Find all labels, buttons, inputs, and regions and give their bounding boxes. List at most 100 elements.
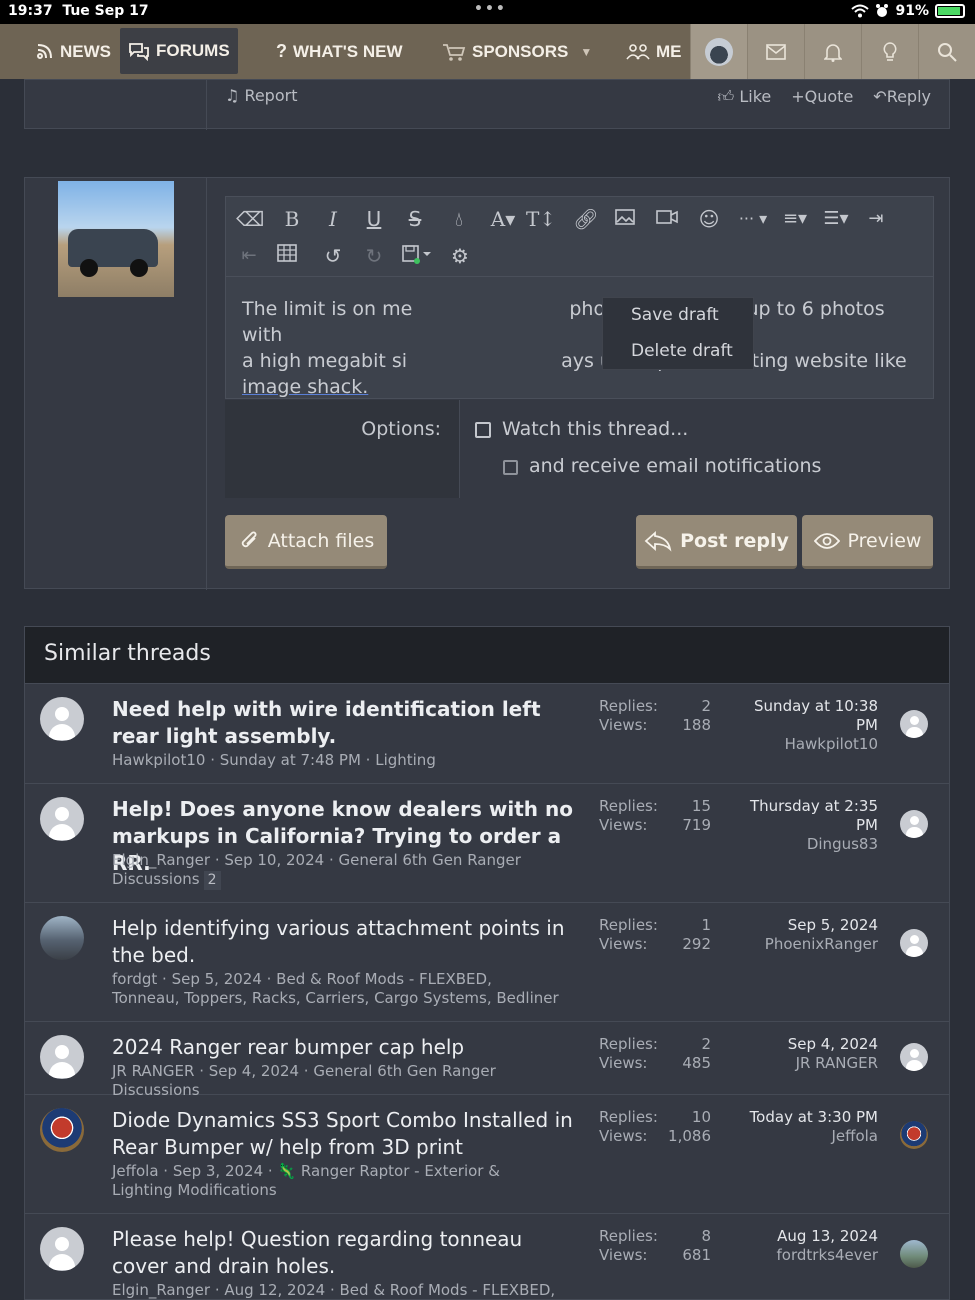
color-drop-icon[interactable]: 💧︎ (446, 206, 472, 232)
nav-sponsors[interactable]: SPONSORS ▼ (442, 24, 592, 79)
report-link[interactable]: ♫ Report (225, 86, 297, 105)
more-options-icon[interactable]: ··· ▾ (736, 206, 770, 232)
last-poster-avatar[interactable] (900, 1043, 928, 1071)
like-button[interactable]: 👍︎ Like (718, 87, 772, 107)
views-count: 681 (682, 1246, 711, 1264)
quote-button[interactable]: +Quote (791, 87, 853, 107)
whats-new-button[interactable] (861, 24, 918, 79)
user-avatar-button[interactable] (690, 24, 747, 79)
search-button[interactable] (918, 24, 975, 79)
thread-author-avatar[interactable] (40, 1227, 84, 1271)
save-draft-svg (402, 245, 431, 264)
thread-title[interactable]: Please help! Question regarding tonneau … (112, 1226, 582, 1280)
thread-author-avatar[interactable] (40, 797, 84, 841)
quote-label: Quote (804, 87, 854, 106)
thread-title[interactable]: Help identifying various attachment poin… (112, 915, 582, 969)
thread-row[interactable]: Help! Does anyone know dealers with no m… (25, 785, 949, 903)
gear-icon[interactable]: ⚙ (447, 243, 473, 269)
thread-title[interactable]: 2024 Ranger rear bumper cap help (112, 1034, 582, 1061)
thread-last-post[interactable]: Sep 4, 2024 JR RANGER (735, 1035, 878, 1073)
last-poster-avatar[interactable] (900, 810, 928, 838)
thread-last-post[interactable]: Today at 3:30 PM Jeffola (735, 1108, 878, 1146)
eraser-icon[interactable]: ⌫ (236, 206, 264, 232)
undo-icon[interactable]: ↺ (320, 243, 346, 269)
thread-last-post[interactable]: Aug 13, 2024 fordtrks4ever (735, 1227, 878, 1265)
media-icon[interactable] (655, 206, 681, 232)
thread-author-avatar[interactable] (40, 1035, 84, 1079)
nav-forums[interactable]: FORUMS (120, 28, 238, 74)
options-label-cell: Options: (225, 400, 459, 498)
email-notify-checkbox[interactable] (503, 460, 518, 475)
thread-row[interactable]: Help identifying various attachment poin… (25, 904, 949, 1022)
similar-threads-heading: Similar threads (44, 641, 211, 666)
page-link[interactable]: 2 (203, 871, 221, 890)
editor-content[interactable]: The limit is on mephoto. I've posted up … (242, 296, 922, 400)
thread-row[interactable]: 2024 Ranger rear bumper cap help JR RANG… (25, 1023, 949, 1099)
preview-button[interactable]: Preview (802, 515, 933, 569)
nav-members-label: ME (656, 41, 682, 61)
thread-title[interactable]: Need help with wire identification left … (112, 696, 582, 750)
options-label: Options: (361, 418, 441, 440)
alerts-button[interactable] (804, 24, 861, 79)
drafts-icon[interactable] (401, 243, 437, 269)
thread-last-post[interactable]: Sunday at 10:38 PM Hawkpilot10 (735, 697, 878, 754)
strikethrough-icon[interactable]: S (402, 206, 428, 232)
replies-count: 2 (701, 1035, 711, 1053)
alarm-icon (876, 4, 889, 17)
report-label: Report (244, 86, 298, 105)
thread-title[interactable]: Diode Dynamics SS3 Sport Combo Installed… (112, 1107, 582, 1161)
email-notify-label[interactable]: and receive email notifications (529, 455, 821, 477)
thread-author-avatar[interactable] (40, 697, 84, 741)
views-label: Views: (599, 1054, 648, 1072)
indent-icon[interactable]: ⇥ (863, 206, 889, 232)
font-size-icon[interactable]: T↕ (524, 206, 558, 232)
last-post-date: Sunday at 10:38 PM (754, 697, 878, 734)
redo-icon[interactable]: ↻ (361, 243, 387, 269)
thread-last-post[interactable]: Thursday at 2:35 PM Dingus83 (735, 797, 878, 854)
attach-files-button[interactable]: Attach files (225, 515, 387, 569)
question-icon: ? (276, 41, 287, 61)
views-label: Views: (599, 935, 648, 953)
thread-stats: Replies: 15 Views: 719 (599, 797, 711, 835)
post-reply-button[interactable]: Post reply (636, 515, 797, 569)
inbox-button[interactable] (747, 24, 804, 79)
font-family-icon[interactable]: A▾ (486, 206, 520, 232)
preview-label: Preview (847, 529, 922, 552)
link-icon[interactable]: 🔗︎ (573, 206, 599, 232)
smiley-icon[interactable]: ☺ (696, 206, 722, 232)
thread-row[interactable]: Diode Dynamics SS3 Sport Combo Installed… (25, 1096, 949, 1214)
last-poster-avatar[interactable] (900, 710, 928, 738)
cart-icon (443, 43, 466, 61)
nav-forums-label: FORUMS (156, 41, 230, 60)
reply-divider (206, 178, 207, 590)
replies-label: Replies: (599, 797, 658, 815)
thread-author-avatar[interactable] (40, 1108, 84, 1152)
underline-icon[interactable]: U (361, 206, 387, 232)
nav-whats-new[interactable]: ? WHAT'S NEW (276, 24, 403, 79)
views-count: 1,086 (668, 1127, 711, 1145)
last-poster-avatar[interactable] (900, 1240, 928, 1268)
thread-row[interactable]: Please help! Question regarding tonneau … (25, 1215, 949, 1299)
last-poster-avatar[interactable] (900, 1121, 928, 1149)
last-poster-avatar[interactable] (900, 929, 928, 957)
table-icon[interactable] (276, 243, 302, 269)
delete-draft-item[interactable]: Delete draft (631, 341, 733, 361)
watch-thread-label[interactable]: Watch this thread... (502, 418, 688, 440)
italic-icon[interactable]: I (320, 206, 346, 232)
outdent-icon[interactable]: ⇤ (236, 243, 262, 269)
thread-author-avatar[interactable] (40, 916, 84, 960)
thread-row[interactable]: Need help with wire identification left … (25, 685, 949, 784)
watch-thread-checkbox[interactable] (475, 422, 491, 438)
multitask-dots-icon[interactable]: ••• (474, 1, 507, 17)
save-draft-item[interactable]: Save draft (631, 305, 719, 325)
image-icon[interactable] (614, 206, 640, 232)
align-icon[interactable]: ≡▾ (778, 206, 812, 232)
list-icon[interactable]: ☰▾ (818, 206, 854, 232)
nav-members[interactable]: ME (626, 24, 682, 79)
bold-icon[interactable]: B (279, 206, 305, 232)
thread-last-post[interactable]: Sep 5, 2024 PhoenixRanger (735, 916, 878, 954)
reply-button[interactable]: ↶Reply (873, 87, 931, 107)
current-user-avatar[interactable] (58, 181, 174, 297)
last-post-user: Jeffola (831, 1127, 878, 1145)
nav-news[interactable]: NEWS (34, 24, 111, 79)
